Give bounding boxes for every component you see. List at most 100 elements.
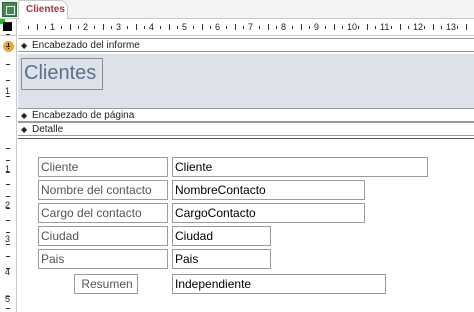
ruler-tick xyxy=(136,24,137,30)
ruler-tick xyxy=(45,26,46,29)
field-resumen[interactable]: Independiente xyxy=(172,274,386,294)
tab-clientes[interactable]: Clientes xyxy=(18,0,68,19)
ruler-tick xyxy=(6,244,10,245)
label-pais[interactable]: Pais xyxy=(38,249,168,269)
ruler-tick xyxy=(37,24,38,30)
select-report-icon xyxy=(3,22,12,31)
section-bar-report-header[interactable]: ◆ Encabezado del informe xyxy=(18,38,474,52)
ruler-tick xyxy=(342,26,343,29)
label-ciudad[interactable]: Ciudad xyxy=(38,226,168,246)
ruler-number: 1 xyxy=(5,164,11,174)
ruler-tick xyxy=(28,26,29,29)
ruler-tick xyxy=(259,26,260,29)
ruler-tick xyxy=(144,26,145,29)
section-label: Encabezado de página xyxy=(32,110,135,121)
report-title-label[interactable]: Clientes xyxy=(21,58,103,90)
section-label: Detalle xyxy=(32,124,64,135)
field-nombre-contacto[interactable]: NombreContacto xyxy=(172,180,365,200)
ruler-tick xyxy=(325,26,326,29)
ruler-number: 5 xyxy=(182,22,188,32)
field-cliente[interactable]: Cliente xyxy=(172,157,428,177)
report-icon xyxy=(2,2,17,17)
ruler-tick xyxy=(6,46,10,47)
ruler-tick xyxy=(6,148,10,149)
ruler-tick xyxy=(375,26,376,29)
ruler-tick xyxy=(301,24,302,30)
ruler-tick xyxy=(111,26,112,29)
ruler-tick xyxy=(6,22,10,23)
ruler-number: 5 xyxy=(5,294,11,304)
ruler-tick xyxy=(160,26,161,29)
field-pais[interactable]: Pais xyxy=(172,249,271,269)
report-header-area[interactable]: Clientes xyxy=(18,54,474,109)
label-nombre-contacto[interactable]: Nombre del contacto xyxy=(38,180,168,200)
section-arrow-icon: ◆ xyxy=(21,125,28,134)
section-label: Encabezado del informe xyxy=(32,40,140,51)
section-arrow-icon: ◆ xyxy=(21,111,28,120)
label-resumen[interactable]: Resumen xyxy=(74,274,138,294)
label-cliente[interactable]: Cliente xyxy=(38,157,168,177)
ruler-number: 1 xyxy=(50,22,56,32)
ruler-tick xyxy=(6,184,10,185)
ruler-number: 7 xyxy=(248,22,254,32)
ruler-tick xyxy=(243,26,244,29)
ruler-tick xyxy=(334,24,335,30)
ruler-tick xyxy=(408,26,409,29)
ruler-tick xyxy=(210,26,211,29)
ruler-tick xyxy=(358,26,359,29)
ruler-tick xyxy=(466,24,467,30)
ruler-tick xyxy=(309,26,310,29)
document-tab-bar: Clientes xyxy=(0,0,474,19)
ruler-tick xyxy=(6,220,10,221)
ruler-number: 11 xyxy=(380,22,390,32)
ruler-number: 6 xyxy=(215,22,221,32)
ruler-tick xyxy=(226,26,227,29)
vertical-ruler[interactable]: ! 112345 xyxy=(0,22,17,312)
ruler-tick xyxy=(6,256,10,257)
ruler-tick xyxy=(292,26,293,29)
ruler-tick xyxy=(193,26,194,29)
ruler-tick xyxy=(6,196,10,197)
ruler-tick xyxy=(235,24,236,30)
ruler-tick xyxy=(268,24,269,30)
ruler-tick xyxy=(6,96,10,97)
section-bar-page-header[interactable]: ◆ Encabezado de página xyxy=(18,108,474,122)
tab-label: Clientes xyxy=(26,4,65,15)
ruler-number: 12 xyxy=(413,22,424,32)
section-bar-detail[interactable]: ◆ Detalle xyxy=(18,122,474,136)
detail-area[interactable]: Cliente Cliente Nombre del contacto Nomb… xyxy=(18,138,474,312)
ruler-tick xyxy=(127,26,128,29)
ruler-tick xyxy=(177,26,178,29)
ruler-tick xyxy=(6,160,10,161)
report-title-text: Clientes xyxy=(24,62,97,84)
ruler-tick xyxy=(169,24,170,30)
ruler-number: 3 xyxy=(5,234,11,244)
ruler-tick xyxy=(433,24,434,30)
ruler-tick xyxy=(6,64,10,65)
ruler-tick xyxy=(94,26,95,29)
label-cargo-contacto[interactable]: Cargo del contacto xyxy=(38,203,168,223)
ruler-tick xyxy=(61,26,62,29)
ruler-tick xyxy=(6,232,10,233)
ruler-tick xyxy=(103,24,104,30)
ruler-tick xyxy=(391,26,392,29)
ruler-number: 9 xyxy=(314,22,320,32)
ruler-tick xyxy=(6,308,10,309)
ruler-tick xyxy=(6,80,10,81)
ruler-number: 3 xyxy=(116,22,122,32)
ruler-number: 2 xyxy=(5,200,11,210)
ruler-tick xyxy=(457,26,458,29)
field-cargo-contacto[interactable]: CargoContacto xyxy=(172,203,365,223)
ruler-number: 4 xyxy=(5,267,11,277)
ruler-tick xyxy=(6,34,10,35)
ruler-number: 2 xyxy=(83,22,89,32)
horizontal-ruler[interactable]: 1 2 3 4 5 6 7 8 9 10 11 12 13 xyxy=(18,19,474,36)
ruler-tick xyxy=(202,24,203,30)
ruler-tick xyxy=(78,26,79,29)
field-ciudad[interactable]: Ciudad xyxy=(172,226,271,246)
ruler-tick xyxy=(400,24,401,30)
section-arrow-icon: ◆ xyxy=(21,41,28,50)
ruler-tick xyxy=(70,24,71,30)
ruler-tick xyxy=(6,116,10,117)
ruler-tick xyxy=(276,26,277,29)
